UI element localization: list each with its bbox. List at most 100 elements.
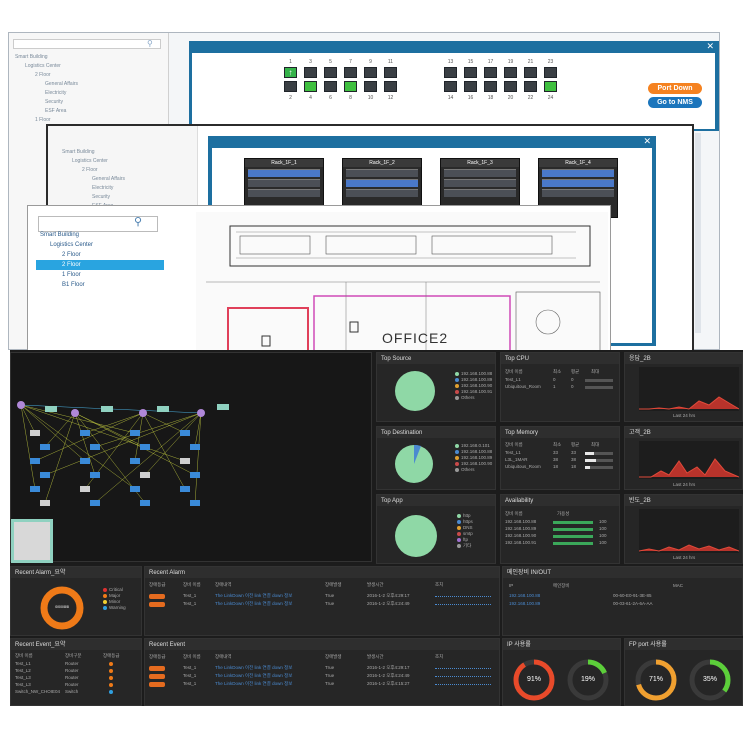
tree-node-selected[interactable]: 2 Floor (36, 260, 164, 270)
switch-port[interactable] (384, 81, 397, 92)
switch-port[interactable] (304, 81, 317, 92)
switch-port[interactable] (544, 67, 557, 78)
topology-node[interactable] (130, 430, 140, 436)
port-down-button[interactable]: Port Down (648, 83, 702, 94)
switch-port[interactable] (444, 81, 457, 92)
switch-port[interactable] (344, 81, 357, 92)
switch-port[interactable] (464, 67, 477, 78)
tree-node[interactable]: General Affairs (45, 80, 78, 89)
switch-port[interactable] (464, 81, 477, 92)
topology-node[interactable] (190, 472, 200, 478)
scrollbar[interactable] (695, 133, 701, 333)
table-cell[interactable]: The LinkDown 이전 link 연결 down 정보 (215, 601, 292, 607)
topology-node[interactable] (190, 444, 200, 450)
action-link[interactable] (435, 665, 491, 669)
close-icon[interactable]: ✕ (643, 136, 651, 147)
topology-node[interactable] (157, 406, 169, 412)
tree-node[interactable]: ESF Area (45, 107, 66, 116)
switch-port[interactable] (544, 81, 557, 92)
tree-node-logistics-center[interactable]: Logistics Center (50, 240, 93, 250)
topology-node[interactable] (71, 409, 79, 417)
switch-port[interactable] (364, 81, 377, 92)
topology-node[interactable] (80, 430, 90, 436)
action-link[interactable] (435, 681, 491, 685)
tree-node[interactable]: General Affairs (92, 175, 125, 184)
topology-node[interactable] (101, 406, 113, 412)
switch-port[interactable] (524, 67, 537, 78)
topology-node[interactable] (139, 409, 147, 417)
tree-node[interactable]: Smart Building (15, 53, 48, 62)
topology-node[interactable] (90, 444, 100, 450)
action-link[interactable] (435, 593, 491, 597)
table-cell[interactable]: 192.168.100.89 (509, 601, 540, 606)
topology-node[interactable] (80, 458, 90, 464)
topology-node[interactable] (140, 500, 150, 506)
switch-port[interactable] (364, 67, 377, 78)
topology-node[interactable] (90, 500, 100, 506)
tree-node[interactable]: Electricity (92, 184, 113, 193)
topology-node[interactable] (130, 458, 140, 464)
network-topology[interactable] (10, 352, 372, 563)
tree-node-floor[interactable]: B1 Floor (62, 280, 85, 290)
topology-node[interactable] (180, 430, 190, 436)
switch-port[interactable] (484, 67, 497, 78)
switch-port[interactable] (384, 67, 397, 78)
switch-port[interactable] (504, 67, 517, 78)
switch-port[interactable] (484, 81, 497, 92)
tree-node-floor[interactable]: 2 Floor (62, 250, 81, 260)
action-link[interactable] (435, 673, 491, 677)
tree-node-floor[interactable]: 1 Floor (62, 270, 81, 280)
switch-port[interactable] (504, 81, 517, 92)
table-cell[interactable]: The LinkDown 이전 link 연결 down 정보 (215, 593, 292, 599)
switch-port[interactable] (444, 67, 457, 78)
topology-node[interactable] (30, 430, 40, 436)
tree-node[interactable]: Electricity (45, 89, 66, 98)
topology-node[interactable] (180, 458, 190, 464)
tree-node[interactable]: Security (45, 98, 63, 107)
topology-node[interactable] (45, 406, 57, 412)
topology-node[interactable] (80, 486, 90, 492)
action-link[interactable] (435, 601, 491, 605)
table-cell[interactable]: 192.168.100.88 (509, 593, 540, 598)
tree-node[interactable]: 2 Floor (82, 166, 98, 175)
pie-chart (395, 371, 435, 411)
tree-node[interactable]: Logistics Center (72, 157, 108, 166)
tree-search-input[interactable] (13, 39, 161, 49)
topology-node[interactable] (40, 472, 50, 478)
tree-node[interactable]: Security (92, 193, 110, 202)
tree-node-smart-building[interactable]: Smart Building (40, 230, 79, 240)
switch-port[interactable] (344, 67, 357, 78)
switch-faceplate: 1 ↑ 2 3 4 5 6 7 8 9 10 11 12 13 14 15 16 17 18 19 20 21 22 23 24… (192, 53, 715, 129)
floor-plan-canvas[interactable]: OFFICE2 (196, 212, 608, 353)
close-icon[interactable]: ✕ (706, 41, 714, 52)
switch-port[interactable] (524, 81, 537, 92)
topology-node[interactable] (17, 401, 25, 409)
minimap[interactable] (11, 519, 53, 563)
topology-node[interactable] (197, 409, 205, 417)
topology-node[interactable] (140, 472, 150, 478)
tree-node[interactable]: Smart Building (62, 148, 95, 157)
switch-port[interactable] (324, 67, 337, 78)
table-cell[interactable]: The LinkDown 이전 link 연결 down 정보 (215, 681, 292, 687)
topology-node[interactable] (30, 486, 40, 492)
search-icon[interactable]: ⚲ (147, 39, 153, 48)
topology-node[interactable] (40, 444, 50, 450)
topology-node[interactable] (40, 500, 50, 506)
topology-node[interactable] (90, 472, 100, 478)
topology-node[interactable] (130, 486, 140, 492)
topology-node[interactable] (217, 404, 229, 410)
topology-node[interactable] (30, 458, 40, 464)
switch-port[interactable] (304, 67, 317, 78)
topology-node[interactable] (190, 500, 200, 506)
tree-node[interactable]: 2 Floor (35, 71, 51, 80)
table-cell[interactable]: The LinkDown 이전 link 연결 down 정보 (215, 673, 292, 679)
table-cell[interactable]: The LinkDown 이전 link 연결 down 정보 (215, 665, 292, 671)
switch-port[interactable] (284, 81, 297, 92)
topology-node[interactable] (180, 486, 190, 492)
switch-port[interactable] (324, 81, 337, 92)
switch-port[interactable]: ↑ (284, 67, 297, 78)
topology-node[interactable] (140, 444, 150, 450)
tree-node[interactable]: Logistics Center (25, 62, 61, 71)
go-to-nms-button[interactable]: Go to NMS (648, 97, 702, 108)
search-icon[interactable]: ⚲ (134, 215, 142, 228)
